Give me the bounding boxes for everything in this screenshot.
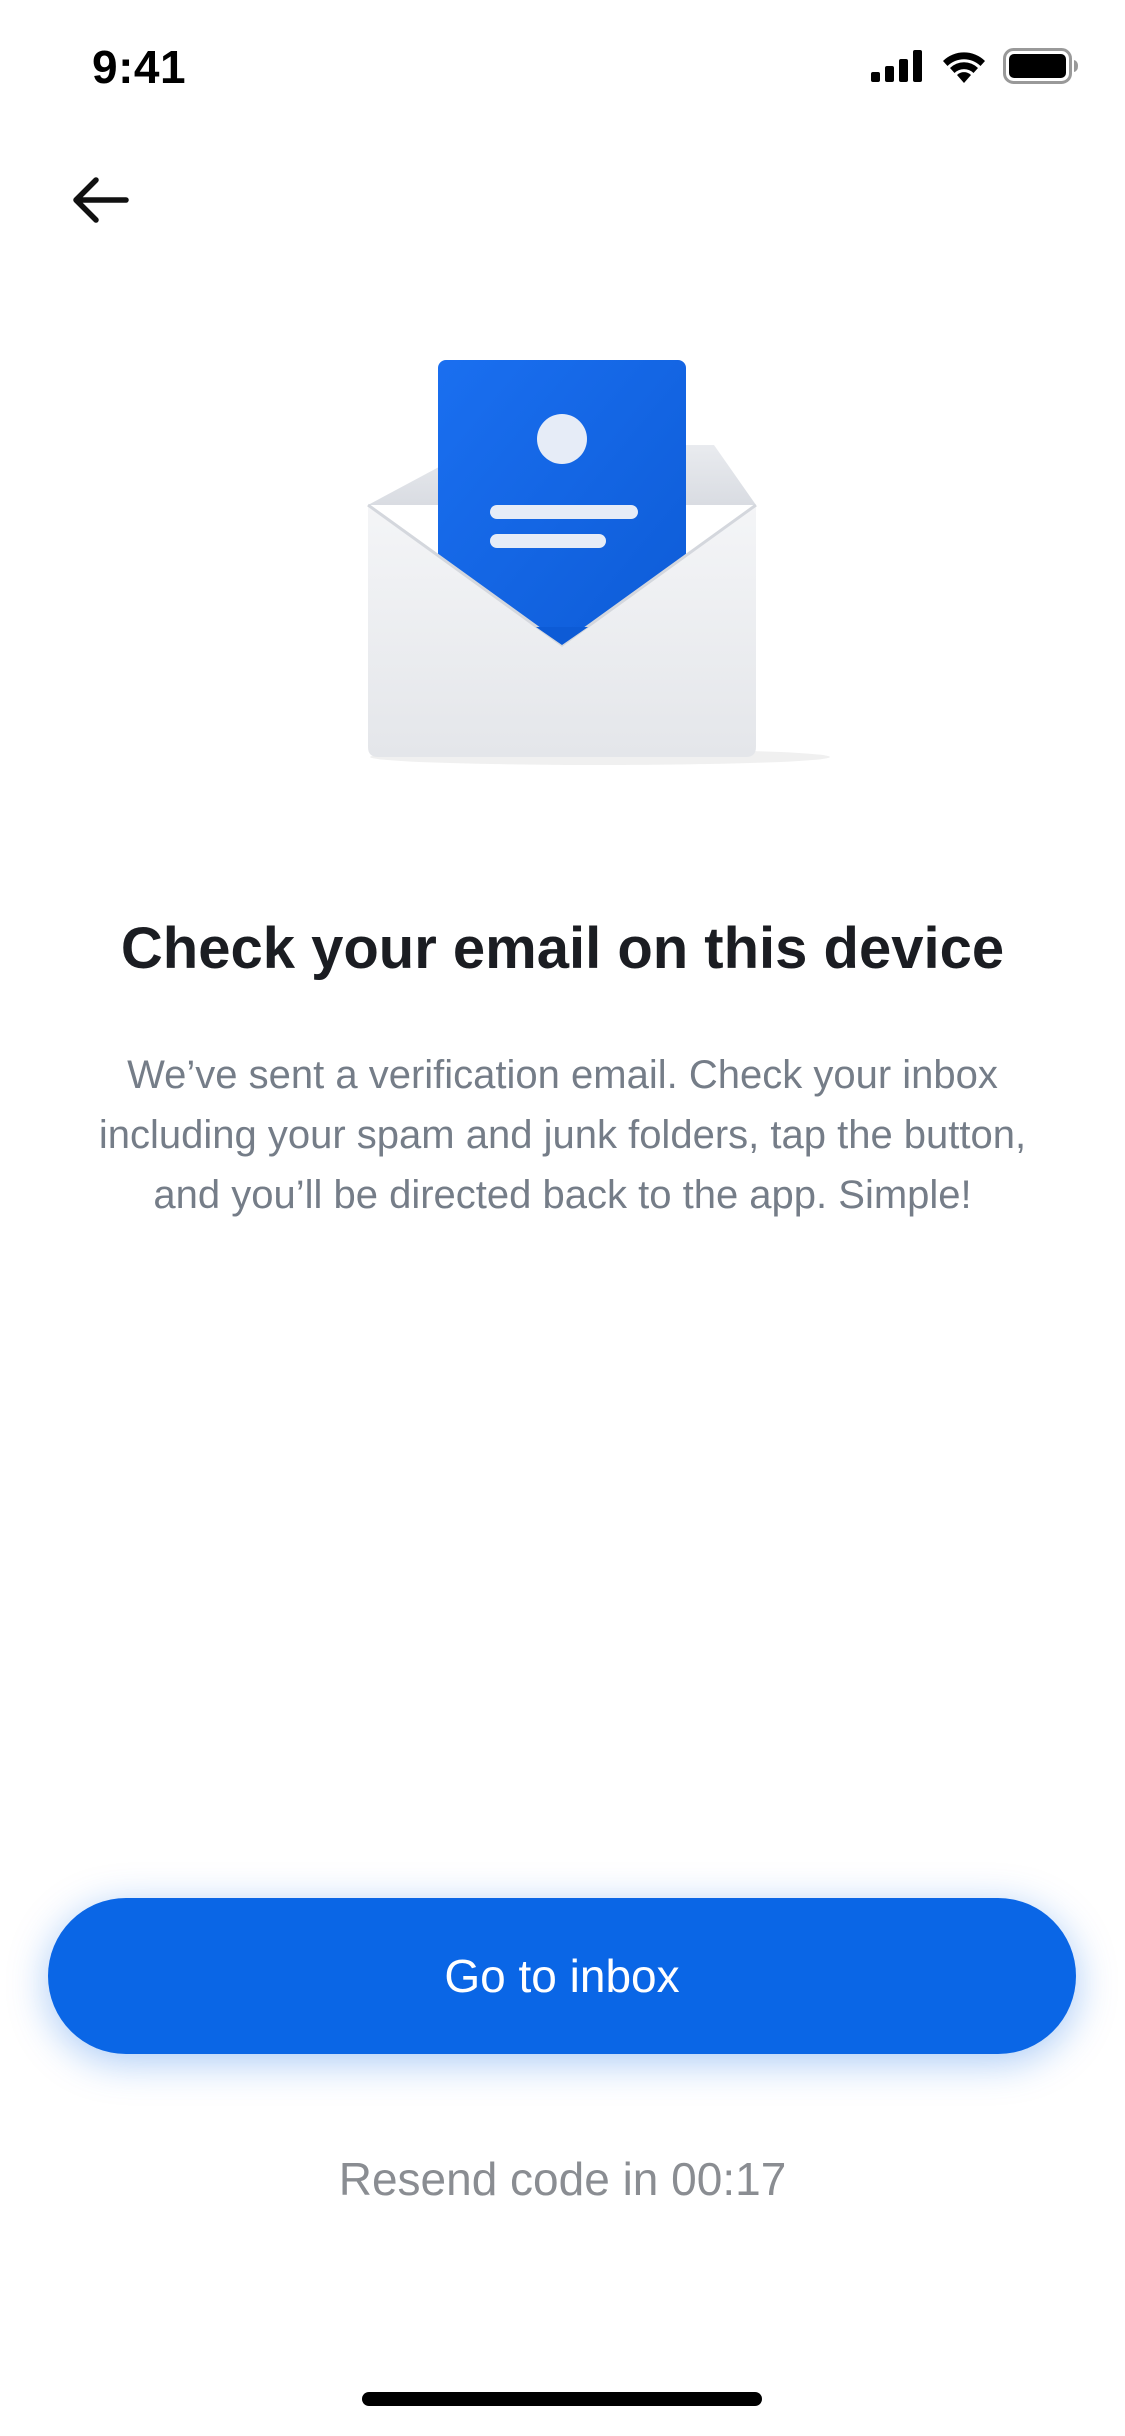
instructions-line: We’ve sent a verification email. Check y… [127, 1053, 998, 1097]
home-indicator[interactable] [362, 2392, 762, 2406]
page-title: Check your email on this device [120, 916, 1005, 981]
wifi-icon [943, 52, 985, 83]
go-to-inbox-button[interactable]: Go to inbox [48, 1898, 1076, 2054]
instructions-line: and you’ll be directed back to the app. … [153, 1173, 972, 1217]
back-button[interactable] [60, 160, 140, 240]
status-bar: 9:41 [0, 0, 1125, 140]
envelope-with-letter-illustration [367, 360, 830, 765]
battery-icon [1003, 48, 1078, 84]
instructions-text: We’ve sent a verification email. Check y… [50, 1045, 1075, 1225]
status-icons [871, 48, 1079, 84]
arrow-left-icon [73, 177, 129, 223]
status-time: 9:41 [92, 41, 187, 93]
email-verification-screen: 9:41 Check your email on this device We’… [0, 0, 1125, 2436]
instructions-line: including your spam and junk folders, ta… [98, 1113, 1027, 1157]
email-illustration [350, 345, 830, 775]
cellular-signal-icon [871, 50, 922, 82]
resend-countdown: Resend code in 00:17 [338, 2153, 787, 2205]
